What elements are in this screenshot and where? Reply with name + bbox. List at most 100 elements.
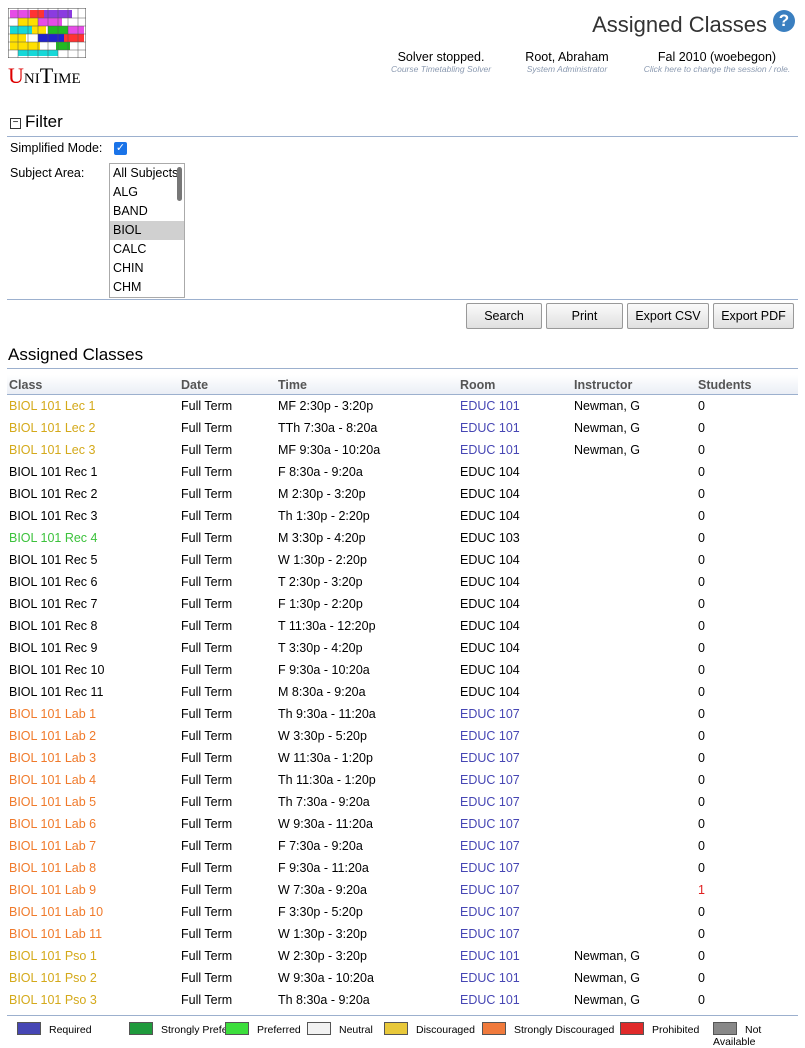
table-row[interactable]: BIOL 101 Lec 2 Full Term TTh 7:30a - 8:20a…	[7, 417, 798, 439]
session-name: Fal 2010 (woebegon)	[657, 50, 777, 64]
table-row[interactable]: BIOL 101 Lab 8 Full Term F 9:30a - 11:20a E…	[7, 857, 798, 879]
subject-area-label: Subject Area:	[10, 166, 85, 180]
room-cell: EDUC 104	[460, 575, 520, 589]
time-cell: M 8:30a - 9:20a	[278, 685, 366, 699]
table-row[interactable]: BIOL 101 Lab 2 Full Term W 3:30p - 5:20p ED…	[7, 725, 798, 747]
simplified-mode-checkbox[interactable]: ✓	[114, 142, 127, 155]
date-cell: Full Term	[181, 751, 233, 765]
room-cell: EDUC 107	[460, 795, 520, 809]
column-header-time[interactable]: Time	[276, 375, 458, 395]
table-row[interactable]: BIOL 101 Lab 10 Full Term F 3:30p - 5:20p E…	[7, 901, 798, 923]
subject-option[interactable]: CALC	[110, 240, 184, 259]
table-row[interactable]: BIOL 101 Rec 6 Full Term T 2:30p - 3:20p ED…	[7, 571, 798, 593]
students-cell: 0	[698, 465, 705, 479]
table-row[interactable]: BIOL 101 Rec 9 Full Term T 3:30p - 4:20p ED…	[7, 637, 798, 659]
date-cell: Full Term	[181, 839, 233, 853]
time-cell: T 3:30p - 4:20p	[278, 641, 363, 655]
section-title: Assigned Classes	[8, 345, 144, 364]
table-row[interactable]: BIOL 101 Rec 3 Full Term Th 1:30p - 2:20p E…	[7, 505, 798, 527]
table-row[interactable]: BIOL 101 Lab 9 Full Term W 7:30a - 9:20a ED…	[7, 879, 798, 901]
unitime-logo[interactable]: UNITIME	[8, 8, 88, 90]
table-row[interactable]: BIOL 101 Pso 3 Full Term Th 8:30a - 9:20a E…	[7, 989, 798, 1011]
table-row[interactable]: BIOL 101 Lab 11 Full Term W 1:30p - 3:20p E…	[7, 923, 798, 945]
table-row[interactable]: BIOL 101 Pso 1 Full Term W 2:30p - 3:20p ED…	[7, 945, 798, 967]
help-icon[interactable]: ?	[773, 10, 795, 32]
date-cell: Full Term	[181, 487, 233, 501]
table-row[interactable]: BIOL 101 Lab 5 Full Term Th 7:30a - 9:20a E…	[7, 791, 798, 813]
table-row[interactable]: BIOL 101 Rec 2 Full Term M 2:30p - 3:20p ED…	[7, 483, 798, 505]
legend-item: Strongly Discouraged	[482, 1022, 614, 1036]
subject-option[interactable]: All Subjects	[110, 164, 184, 183]
subject-option-selected[interactable]: BIOL	[110, 221, 184, 240]
table-row[interactable]: BIOL 101 Rec 11 Full Term M 8:30a - 9:20a E…	[7, 681, 798, 703]
column-header-class[interactable]: Class	[7, 375, 179, 395]
subject-option[interactable]: CHIN	[110, 259, 184, 278]
room-cell: EDUC 104	[460, 641, 520, 655]
table-row[interactable]: BIOL 101 Rec 4 Full Term M 3:30p - 4:20p ED…	[7, 527, 798, 549]
export-pdf-button[interactable]: Export PDF	[713, 303, 794, 329]
legend-swatch	[713, 1022, 737, 1035]
class-cell: BIOL 101 Lab 7	[9, 839, 97, 853]
legend-item: Not Available	[713, 1022, 798, 1048]
column-header-instructor[interactable]: Instructor	[572, 375, 696, 395]
date-cell: Full Term	[181, 729, 233, 743]
time-cell: Th 7:30a - 9:20a	[278, 795, 370, 809]
table-row[interactable]: BIOL 101 Rec 10 Full Term F 9:30a - 10:20a…	[7, 659, 798, 681]
table-row[interactable]: BIOL 101 Lec 1 Full Term MF 2:30p - 3:20p E…	[7, 395, 798, 418]
table-row[interactable]: BIOL 101 Lab 3 Full Term W 11:30a - 1:20p E…	[7, 747, 798, 769]
table-row[interactable]: BIOL 101 Lab 4 Full Term Th 11:30a - 1:20p…	[7, 769, 798, 791]
legend-label: Discouraged	[416, 1024, 475, 1036]
table-row[interactable]: BIOL 101 Lab 1 Full Term Th 9:30a - 11:20a…	[7, 703, 798, 725]
room-cell: EDUC 101	[460, 993, 520, 1007]
table-row[interactable]: BIOL 101 Lab 7 Full Term F 7:30a - 9:20a ED…	[7, 835, 798, 857]
time-cell: Th 11:30a - 1:20p	[278, 773, 376, 787]
user-info[interactable]: Root, Abraham System Administrator	[512, 50, 622, 74]
instructor-cell: Newman, G	[574, 421, 640, 435]
column-header-students[interactable]: Students	[696, 375, 798, 395]
students-cell: 0	[698, 993, 705, 1007]
table-row[interactable]: BIOL 101 Rec 1 Full Term F 8:30a - 9:20a ED…	[7, 461, 798, 483]
class-cell: BIOL 101 Rec 2	[9, 487, 98, 501]
class-cell: BIOL 101 Pso 2	[9, 971, 97, 985]
column-header-room[interactable]: Room	[458, 375, 572, 395]
listbox-scrollbar[interactable]	[177, 167, 182, 201]
timetable-grid-icon	[8, 8, 86, 58]
assigned-classes-table: Class Date Time Room Instructor Students…	[7, 375, 798, 1011]
search-button[interactable]: Search	[466, 303, 542, 329]
instructor-cell	[572, 725, 696, 747]
table-row[interactable]: BIOL 101 Rec 5 Full Term W 1:30p - 2:20p ED…	[7, 549, 798, 571]
subject-option[interactable]: BAND	[110, 202, 184, 221]
solver-status[interactable]: Solver stopped. Course Timetabling Solve…	[385, 50, 497, 74]
table-row[interactable]: BIOL 101 Lab 6 Full Term W 9:30a - 11:20a E…	[7, 813, 798, 835]
export-csv-button[interactable]: Export CSV	[627, 303, 709, 329]
column-header-date[interactable]: Date	[179, 375, 276, 395]
collapse-icon[interactable]: −	[10, 118, 21, 129]
print-button[interactable]: Print	[546, 303, 623, 329]
room-cell: EDUC 107	[460, 861, 520, 875]
room-cell: EDUC 104	[460, 597, 520, 611]
class-cell: BIOL 101 Lec 1	[9, 399, 96, 413]
table-row[interactable]: BIOL 101 Lec 3 Full Term MF 9:30a - 10:20a…	[7, 439, 798, 461]
students-cell: 0	[698, 685, 705, 699]
instructor-cell: Newman, G	[574, 971, 640, 985]
table-row[interactable]: BIOL 101 Rec 7 Full Term F 1:30p - 2:20p ED…	[7, 593, 798, 615]
time-cell: M 3:30p - 4:20p	[278, 531, 366, 545]
date-cell: Full Term	[181, 993, 233, 1007]
filter-header[interactable]: − Filter	[10, 112, 63, 132]
students-cell: 0	[698, 421, 705, 435]
class-cell: BIOL 101 Rec 4	[9, 531, 98, 545]
time-cell: TTh 7:30a - 8:20a	[278, 421, 378, 435]
subject-area-listbox[interactable]: All Subjects ALG BAND BIOL CALC CHIN CHM	[109, 163, 185, 298]
class-cell: BIOL 101 Pso 3	[9, 993, 97, 1007]
class-cell: BIOL 101 Pso 1	[9, 949, 97, 963]
subject-option[interactable]: CHM	[110, 278, 184, 297]
table-row[interactable]: BIOL 101 Pso 2 Full Term W 9:30a - 10:20a E…	[7, 967, 798, 989]
table-row[interactable]: BIOL 101 Rec 8 Full Term T 11:30a - 12:20p…	[7, 615, 798, 637]
session-info[interactable]: Fal 2010 (woebegon) Click here to change…	[634, 50, 800, 74]
time-cell: W 7:30a - 9:20a	[278, 883, 367, 897]
buttons-divider	[7, 299, 798, 300]
instructor-cell	[572, 857, 696, 879]
legend-label: Neutral	[339, 1024, 373, 1036]
instructor-cell: Newman, G	[574, 399, 640, 413]
subject-option[interactable]: ALG	[110, 183, 184, 202]
